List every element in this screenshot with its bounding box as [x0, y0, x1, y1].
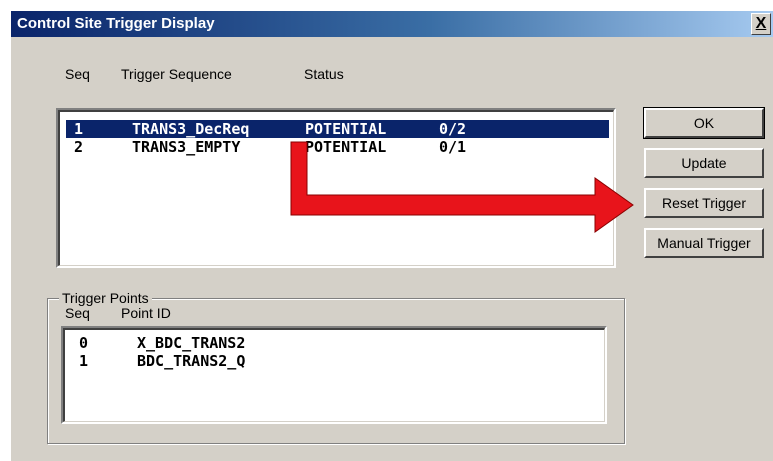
trigger-points-group-label: Trigger Points [59, 290, 152, 306]
sequence-name: TRANS3_EMPTY [132, 138, 241, 156]
reset-trigger-button[interactable]: Reset Trigger [644, 188, 764, 218]
sequence-row[interactable]: 2 TRANS3_EMPTY POTENTIAL 0/1 [66, 138, 609, 156]
trigger-point-row[interactable]: 1 BDC_TRANS2_Q [71, 352, 600, 370]
trigger-points-list[interactable]: 0 X_BDC_TRANS2 1 BDC_TRANS2_Q [61, 326, 607, 424]
seq-column-header: Seq [65, 66, 90, 82]
sequence-count: 0/1 [439, 138, 467, 156]
trigger-sequence-column-header: Trigger Sequence [121, 66, 232, 82]
point-id: BDC_TRANS2_Q [137, 352, 246, 370]
point-id-column-header: Point ID [121, 305, 171, 321]
trigger-point-row[interactable]: 0 X_BDC_TRANS2 [71, 334, 600, 352]
status-column-header: Status [304, 66, 344, 82]
point-seq: 0 [79, 334, 89, 352]
sequence-row[interactable]: 1 TRANS3_DecReq POTENTIAL 0/2 [66, 120, 609, 138]
window-title: Control Site Trigger Display [17, 15, 215, 32]
ok-button[interactable]: OK [643, 107, 765, 139]
close-icon[interactable]: X [751, 13, 771, 35]
sequence-name: TRANS3_DecReq [132, 120, 250, 138]
title-bar[interactable]: Control Site Trigger Display X [11, 11, 773, 37]
point-seq: 1 [79, 352, 89, 370]
trigger-sequence-list-inner: 1 TRANS3_DecReq POTENTIAL 0/2 2 TRANS3_E… [58, 110, 614, 266]
sequence-status: POTENTIAL [305, 120, 387, 138]
sequence-seq: 1 [74, 120, 84, 138]
trigger-sequence-list[interactable]: 1 TRANS3_DecReq POTENTIAL 0/2 2 TRANS3_E… [56, 108, 616, 268]
manual-trigger-button[interactable]: Manual Trigger [644, 228, 764, 258]
update-button[interactable]: Update [644, 148, 764, 178]
trigger-display-dialog: Control Site Trigger Display X Seq Trigg… [10, 10, 773, 461]
sequence-count: 0/2 [439, 120, 467, 138]
sequence-seq: 2 [74, 138, 84, 156]
trigger-points-list-inner: 0 X_BDC_TRANS2 1 BDC_TRANS2_Q [63, 328, 605, 422]
sequence-status: POTENTIAL [305, 138, 387, 156]
point-seq-column-header: Seq [65, 305, 90, 321]
point-id: X_BDC_TRANS2 [137, 334, 246, 352]
